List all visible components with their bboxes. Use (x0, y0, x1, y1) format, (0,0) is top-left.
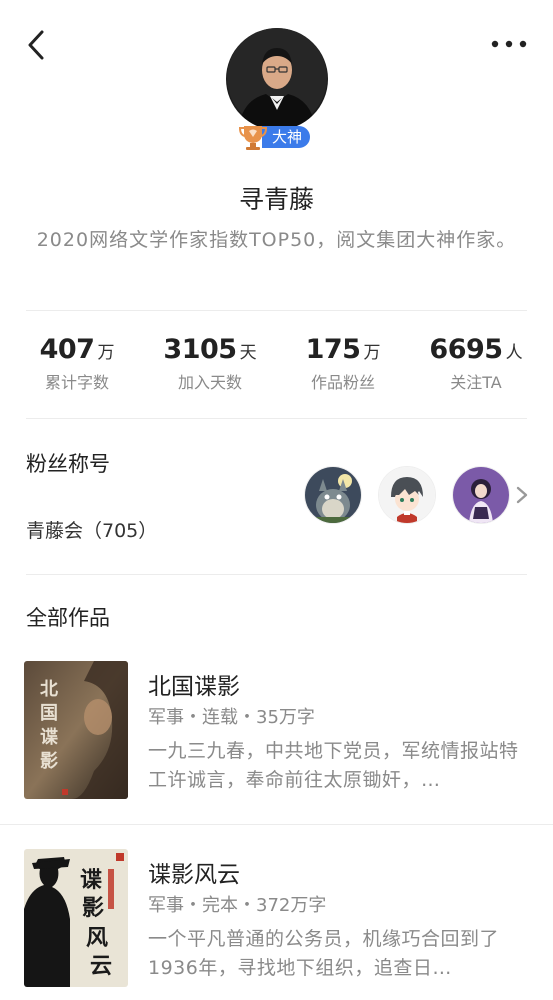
stat-fans: 175 万 作品粉丝 (274, 334, 412, 393)
stat-unit: 天 (239, 343, 257, 363)
stat-label: 累计字数 (44, 373, 109, 392)
book-meta: 军事・连载・35万字 (148, 707, 315, 728)
stat-value: 407 (39, 334, 95, 365)
svg-text:北: 北 (40, 679, 58, 700)
back-button[interactable] (22, 28, 52, 62)
chevron-right-icon (516, 486, 528, 504)
author-description: 2020网络文学作家指数TOP50，阅文集团大神作家。 (36, 229, 517, 251)
stat-label: 作品粉丝 (310, 373, 375, 392)
author-avatar-container: 大神 (226, 28, 328, 150)
book-cover: 谍 影 风 云 (24, 849, 128, 987)
svg-text:谍: 谍 (80, 867, 102, 893)
fan-avatar (379, 467, 435, 523)
divider (26, 418, 527, 419)
trophy-icon (238, 126, 268, 150)
stat-value: 6695 (429, 334, 503, 365)
fan-group-name[interactable]: 青藤会（705） (26, 516, 157, 543)
book-description: 一个平凡普通的公务员，机缘巧合回到了1936年，寻找地下组织，追查日… (148, 928, 500, 979)
stat-word-count: 407 万 累计字数 (8, 334, 146, 393)
stat-unit: 人 (505, 343, 523, 363)
author-stats: 407 万 累计字数 3105 天 加入天数 175 万 作品粉丝 6695 人 关注T… (0, 334, 553, 400)
stat-followers[interactable]: 6695 人 关注TA (407, 334, 545, 393)
more-button[interactable] (489, 32, 529, 56)
fan-title-heading: 粉丝称号 (26, 452, 110, 476)
divider (26, 574, 527, 575)
svg-text:影: 影 (40, 751, 58, 772)
stat-value: 175 (305, 334, 361, 365)
stat-label: 加入天数 (177, 373, 242, 392)
fan-avatar (453, 467, 509, 523)
fan-avatars-list[interactable] (287, 466, 529, 524)
svg-text:云: 云 (90, 953, 112, 979)
book-cover: 北 国 谍 影 (24, 661, 128, 799)
svg-text:影: 影 (82, 895, 104, 921)
book-title[interactable]: 谍影风云 (148, 855, 240, 889)
chevron-left-icon (28, 30, 44, 60)
book-description: 一九三九春，中共地下党员，军统情报站特工许诚言，奉命前往太原锄奸，… (148, 740, 519, 791)
book-item[interactable]: 北 国 谍 影 北国谍影 军事・连载・35万字 一九三九春，中共地下党员，军统情… (0, 661, 553, 811)
svg-text:谍: 谍 (40, 727, 58, 748)
author-name: 寻青藤 (238, 185, 314, 214)
fan-avatar (305, 467, 361, 523)
author-avatar[interactable] (226, 28, 328, 130)
divider (0, 824, 553, 825)
stat-label: 关注TA (450, 373, 502, 392)
svg-text:风: 风 (86, 925, 108, 951)
badge-label: 大神 (262, 126, 311, 148)
more-dots-icon (491, 40, 527, 48)
stat-unit: 万 (97, 343, 115, 363)
divider (26, 310, 527, 311)
god-badge: 大神 (238, 124, 311, 150)
book-item[interactable]: 谍 影 风 云 谍影风云 军事・完本・372万字 一个平凡普通的公务员，机缘巧合… (0, 849, 553, 999)
works-heading: 全部作品 (26, 606, 110, 630)
svg-text:国: 国 (40, 703, 58, 724)
book-meta: 军事・完本・372万字 (148, 895, 327, 916)
stat-days-joined: 3105 天 加入天数 (141, 334, 279, 393)
stat-value: 3105 (163, 334, 237, 365)
book-title[interactable]: 北国谍影 (148, 667, 240, 701)
stat-unit: 万 (363, 343, 381, 363)
